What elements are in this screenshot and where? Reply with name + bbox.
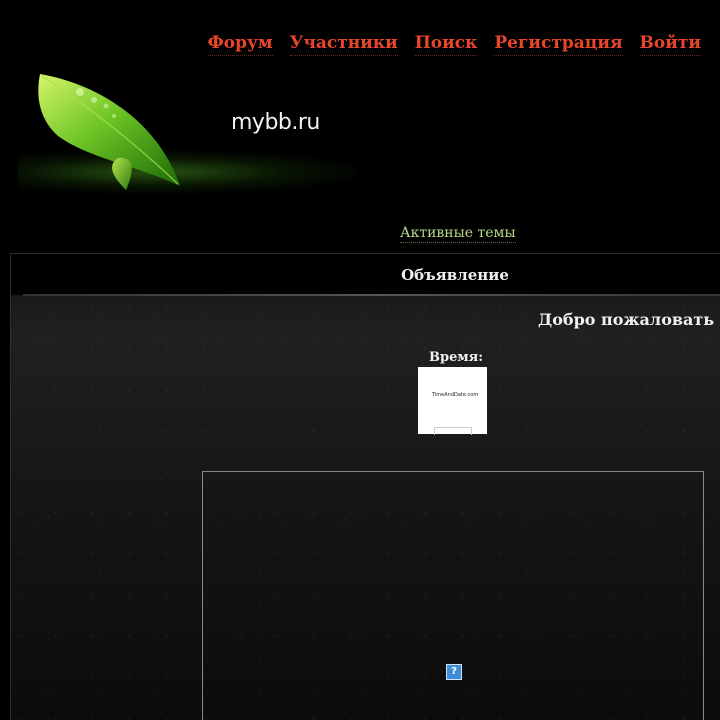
- nav-register-link[interactable]: Регистрация: [494, 32, 623, 56]
- announcement-divider: [23, 294, 720, 296]
- broken-image-icon: ?: [446, 664, 462, 680]
- green-leaf-icon[interactable]: [28, 66, 188, 196]
- welcome-text: Добро пожаловать на: [538, 310, 720, 329]
- nav-members-link[interactable]: Участники: [289, 32, 398, 56]
- nav-search-link[interactable]: Поиск: [414, 32, 478, 56]
- top-navigation: Форум Участники Поиск Регистрация Войти: [207, 32, 701, 56]
- site-brand[interactable]: mybb.ru: [231, 110, 320, 135]
- nav-forum-link[interactable]: Форум: [207, 32, 273, 56]
- clock-widget[interactable]: TimeAndDate.com: [418, 367, 487, 435]
- clock-logo: TimeAndDate.com: [432, 392, 479, 398]
- announcement-title: Объявление: [401, 266, 509, 284]
- forum-page: Форум Участники Поиск Регистрация Войти …: [0, 0, 720, 720]
- embedded-frame: ?: [202, 471, 704, 720]
- time-label: Время:: [429, 350, 484, 365]
- nav-login-link[interactable]: Войти: [639, 32, 701, 56]
- announcement-panel: Объявление Добро пожаловать на Время: Ti…: [10, 253, 720, 720]
- active-topics-link[interactable]: Активные темы: [400, 224, 516, 243]
- clock-frame: [434, 427, 472, 435]
